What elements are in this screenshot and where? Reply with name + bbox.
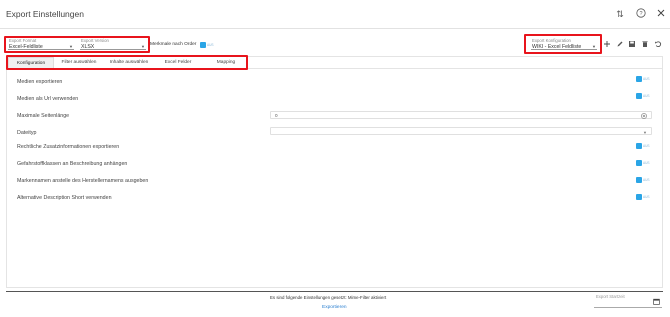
alternative-description-toggle[interactable]: AUS (636, 194, 650, 200)
title-divider (0, 28, 670, 29)
toggle-knob (636, 143, 642, 149)
export-start-label: Export Startzeit (596, 294, 625, 299)
export-start-field[interactable]: Export Startzeit (594, 294, 662, 308)
settings-panel (6, 56, 663, 288)
svg-text:?: ? (639, 11, 642, 17)
footer-divider (6, 291, 663, 292)
toggle-knob (200, 42, 206, 48)
gefahrstoffklassen-toggle[interactable]: AUS (636, 160, 650, 166)
add-icon[interactable] (602, 40, 612, 50)
medien-exportieren-toggle[interactable]: AUS (636, 76, 650, 82)
save-icon[interactable] (627, 40, 637, 50)
export-button[interactable]: Exportieren (322, 305, 347, 310)
rechtliche-zusatzinfo-toggle[interactable]: AUS (636, 143, 650, 149)
setting-label-dateityp: Dateityp (17, 130, 37, 136)
toggle-state: AUS (643, 93, 650, 98)
undo-icon[interactable] (653, 40, 663, 50)
calendar-icon[interactable] (653, 298, 660, 307)
clear-icon[interactable] (641, 112, 647, 121)
highlight-box-config (524, 34, 602, 54)
max-seitenlaenge-input[interactable]: 0 (270, 111, 652, 119)
dialog-title: Export Einstellungen (6, 9, 84, 19)
toggle-knob (636, 76, 642, 82)
toggle-state: AUS (643, 76, 650, 81)
setting-label-rechtliche-zusatzinfo: Rechtliche Zusatzinformationen exportier… (17, 144, 120, 150)
toggle-state: AUS (643, 177, 650, 182)
toggle-state: AUS (207, 42, 214, 47)
setting-label-medien-url: Medien als Url verwenden (17, 96, 79, 102)
toggle-knob (636, 160, 642, 166)
dateityp-select[interactable]: ▼ (270, 127, 652, 135)
merkmale-label: Merkmale nach Order (150, 42, 197, 47)
toggle-state: AUS (643, 160, 650, 165)
highlight-box-tabs (6, 55, 248, 70)
setting-label-medien-exportieren: Medien exportieren (17, 79, 63, 85)
highlight-box-format (4, 36, 150, 53)
toggle-state: AUS (643, 143, 650, 148)
toggle-state: AUS (643, 194, 650, 199)
help-icon[interactable]: ? (635, 8, 647, 20)
setting-label-max-seitenlaenge: Maximale Seitenlänge (17, 113, 70, 119)
edit-icon[interactable] (615, 40, 625, 50)
setting-label-markennamen: Markennamen anstelle des Herstellernamen… (17, 178, 149, 184)
medien-url-toggle[interactable]: AUS (636, 93, 650, 99)
footer-info-text: Es sind folgende Einstellungen gesetzt: … (270, 295, 387, 300)
sort-icon[interactable]: ⇅ (614, 8, 626, 20)
markennamen-toggle[interactable]: AUS (636, 177, 650, 183)
input-value: 0 (275, 113, 278, 118)
title-bar: Export Einstellungen ⇅ ? (0, 0, 670, 28)
toggle-knob (636, 194, 642, 200)
setting-label-alternative-description: Alternative Description Short verwenden (17, 195, 112, 201)
delete-icon[interactable] (640, 40, 650, 50)
merkmale-toggle[interactable]: AUS (200, 42, 214, 48)
chevron-down-icon: ▼ (643, 129, 647, 135)
toggle-knob (636, 177, 642, 183)
setting-label-gefahrstoffklassen: Gefahrstoffklassen an Beschreibung anhän… (17, 161, 128, 167)
toggle-knob (636, 93, 642, 99)
close-icon[interactable] (655, 8, 667, 20)
